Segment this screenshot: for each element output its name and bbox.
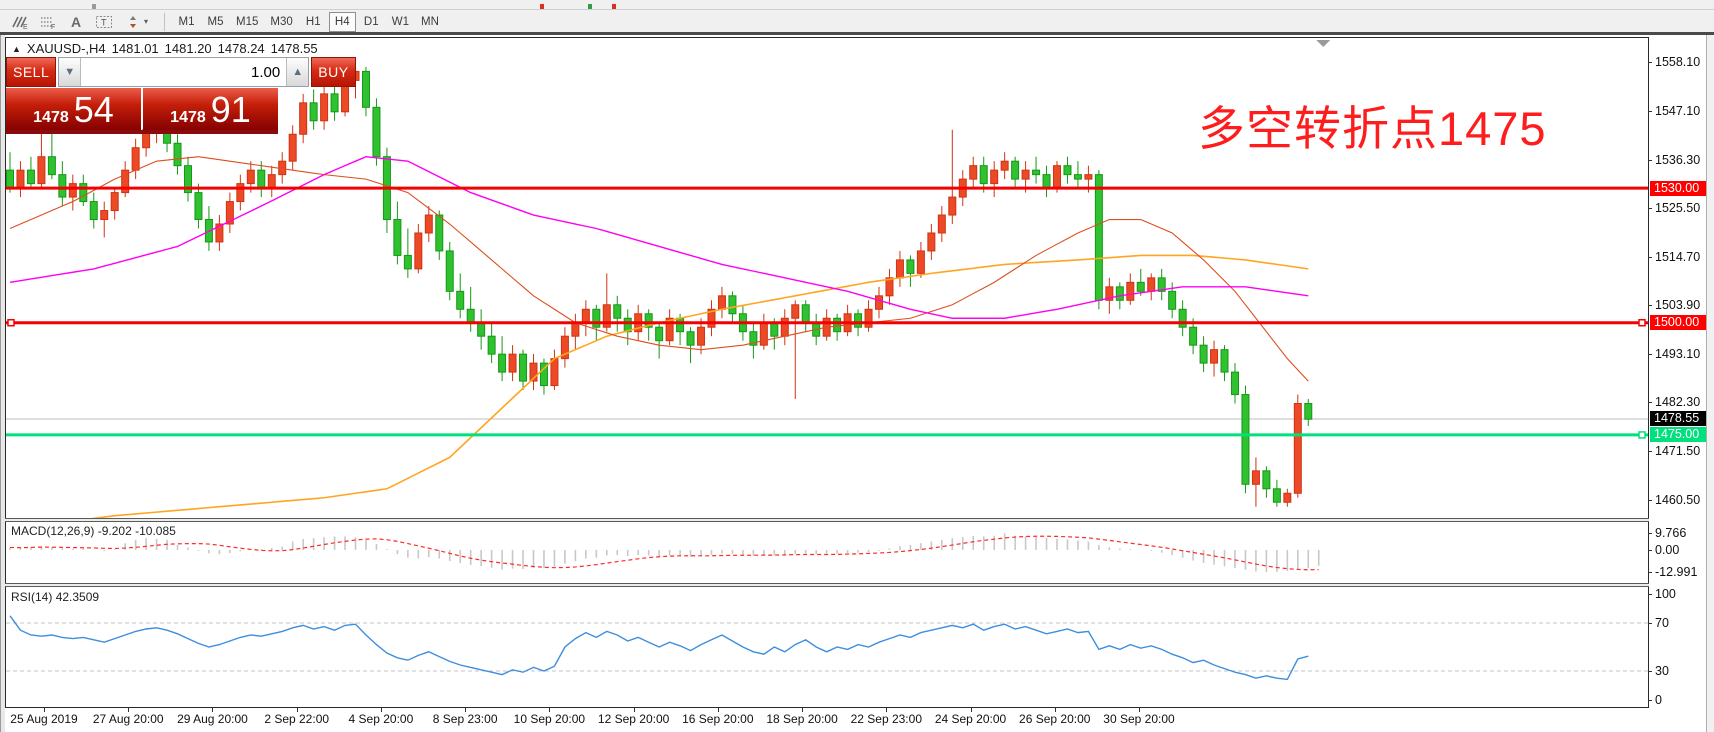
date-label: 30 Sep 20:00 [1089,712,1189,726]
down-arrow-icon: ▼ [64,66,75,78]
indicator-tick-mark [1648,700,1652,701]
up-arrow-icon: ▲ [292,66,303,78]
toolbar-separator [164,13,165,31]
trade-panel-bottom-strip [6,130,278,134]
open-value: 1481.01 [112,41,159,56]
sell-price-big: 54 [74,90,114,130]
rsi-pane[interactable] [6,587,1648,707]
svg-text:E: E [23,24,28,30]
sell-price-display[interactable]: 1478 54 [6,88,141,130]
price-tick-label: 1525.50 [1655,201,1709,215]
price-badge: 1500.00 [1650,315,1706,330]
chart-ohlc-header: ▲ XAUUSD-,H4 1481.01 1481.20 1478.24 147… [12,41,318,56]
timeframe-button-w1[interactable]: W1 [387,12,414,32]
price-tick-label: 1471.50 [1655,444,1709,458]
indicator-tick-label: 100 [1655,587,1709,601]
price-tick-label: 1547.10 [1655,104,1709,118]
price-tick-label: 1514.70 [1655,250,1709,264]
vertical-scrollbar[interactable] [1706,34,1714,732]
indicator-tick-mark [1648,623,1652,624]
timeframe-button-m30[interactable]: M30 [265,12,297,32]
symbol-triangle-icon: ▲ [12,44,21,54]
price-badge: 1530.00 [1650,181,1706,196]
clipped-toolbar-row [0,0,1714,10]
toolbar-bottom-edge [0,32,1714,35]
buy-button[interactable]: BUY [311,57,355,87]
price-tick-label: 1503.90 [1655,298,1709,312]
price-tick-label: 1460.50 [1655,493,1709,507]
volume-increase-button[interactable]: ▲ [286,58,308,86]
arrange-objects-icon[interactable]: ▾ [118,11,156,33]
one-click-trading-panel: SELL ▼ ▲ BUY 1478 54 1478 91 [6,57,278,134]
price-tick-mark [1648,402,1652,403]
text-label-icon[interactable]: A [62,11,90,33]
price-tick-mark [1648,208,1652,209]
price-tick-mark [1648,257,1652,258]
rsi-pane-label: RSI(14) 42.3509 [11,590,99,604]
timeframe-button-mn[interactable]: MN [416,12,444,32]
grid-indicator-icon[interactable]: F [34,11,62,33]
indicator-tick-label: 0.00 [1655,543,1709,557]
price-tick-mark [1648,62,1652,63]
price-tick-mark [1648,451,1652,452]
indicator-tick-label: 70 [1655,616,1709,630]
volume-input[interactable] [81,58,286,86]
indicator-tick-mark [1648,671,1652,672]
macd-pane-label: MACD(12,26,9) -9.202 -10.085 [11,524,176,538]
price-badge: 1478.55 [1650,411,1706,426]
price-tick-label: 1482.30 [1655,395,1709,409]
price-tick-label: 1558.10 [1655,55,1709,69]
indicator-tick-mark [1648,594,1652,595]
indicator-tick-label: -12.991 [1655,565,1709,579]
main-toolbar: E F A T ▾ M1M5M15M30H1H4D1W1MN [0,10,1714,33]
volume-decrease-button[interactable]: ▼ [59,58,81,86]
clipped-icon-fragment [92,4,96,9]
buy-price-big: 91 [211,90,251,130]
timeframe-button-h1[interactable]: H1 [300,12,327,32]
indicator-tick-label: 30 [1655,664,1709,678]
buy-price-display[interactable]: 1478 91 [143,88,278,130]
indicator-tick-mark [1648,572,1652,573]
buy-price-small: 1478 [170,109,206,127]
line-studies-icon[interactable]: E [6,11,34,33]
close-value: 1478.55 [271,41,318,56]
timeframe-button-d1[interactable]: D1 [358,12,385,32]
time-axis[interactable]: 25 Aug 201927 Aug 20:0029 Aug 20:002 Sep… [6,708,1648,732]
price-tick-mark [1648,500,1652,501]
text-box-icon[interactable]: T [90,11,118,33]
low-value: 1478.24 [218,41,265,56]
sell-price-small: 1478 [33,109,69,127]
price-tick-mark [1648,305,1652,306]
clipped-icon-fragment [588,4,592,9]
macd-pane-splitter[interactable] [5,518,1649,522]
timeframe-button-m15[interactable]: M15 [231,12,263,32]
clipped-icon-fragment [612,4,616,9]
indicator-tick-mark [1648,550,1652,551]
clipped-icon-fragment [540,4,544,9]
price-tick-label: 1493.10 [1655,347,1709,361]
rsi-pane-splitter[interactable] [5,583,1649,587]
timeframe-button-m1[interactable]: M1 [173,12,200,32]
timeframe-button-h4[interactable]: H4 [329,12,356,32]
dropdown-caret-icon: ▾ [144,17,148,26]
macd-pane[interactable] [6,522,1648,583]
indicator-tick-label: 9.766 [1655,526,1709,540]
price-tick-mark [1648,160,1652,161]
indicator-tick-label: 0 [1655,693,1709,707]
svg-text:F: F [51,24,55,30]
high-value: 1481.20 [165,41,212,56]
price-badge: 1475.00 [1650,427,1706,442]
indicator-tick-mark [1648,533,1652,534]
sell-button[interactable]: SELL [6,57,56,87]
chart-annotation-text: 多空转折点1475 [1198,90,1547,159]
price-tick-mark [1648,354,1652,355]
symbol-label: XAUUSD-,H4 [27,41,106,56]
volume-stepper: ▼ ▲ [58,57,309,87]
price-tick-label: 1536.30 [1655,153,1709,167]
svg-text:T: T [101,17,107,27]
timeframe-button-m5[interactable]: M5 [202,12,229,32]
price-tick-mark [1648,111,1652,112]
timeframe-toolbar: M1M5M15M30H1H4D1W1MN [173,12,446,32]
